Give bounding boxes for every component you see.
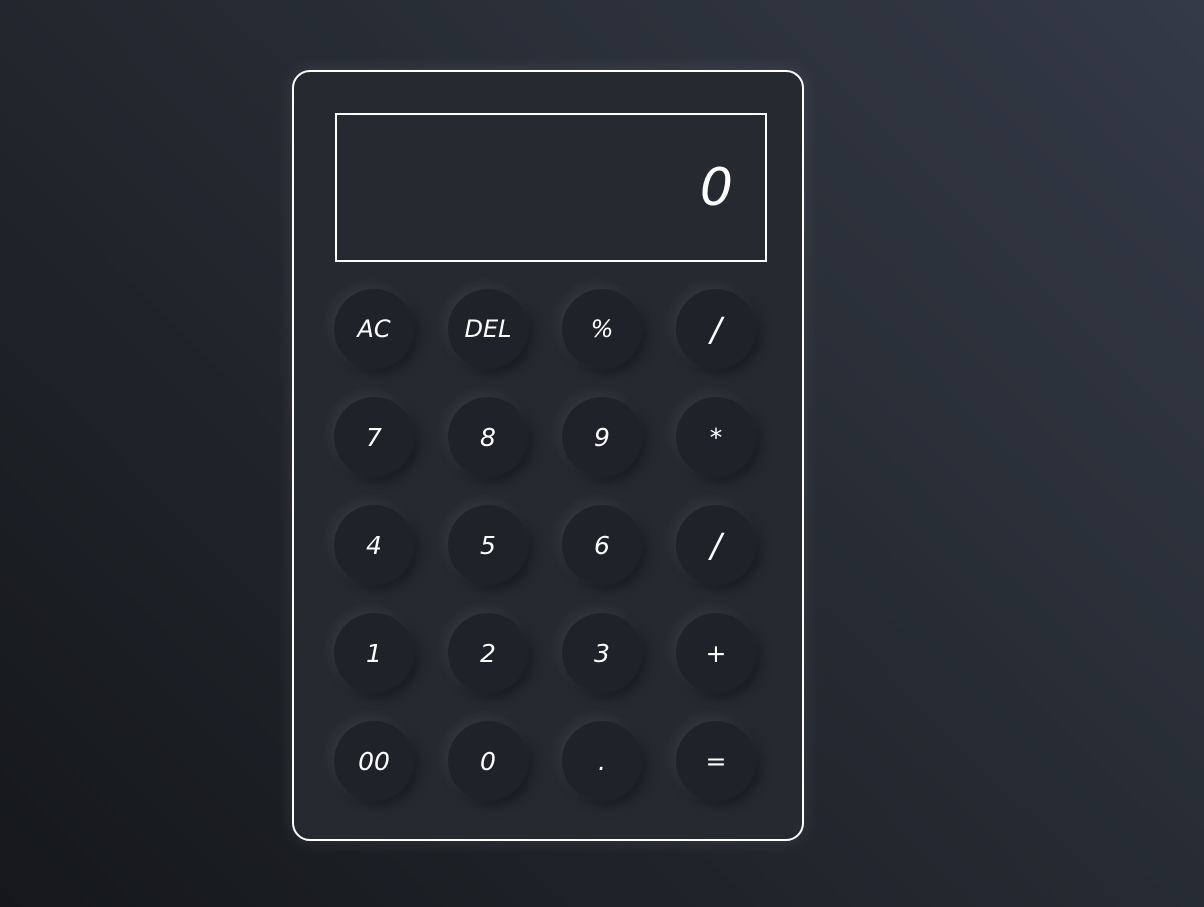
equals-button[interactable]: = (676, 721, 756, 801)
digit-6-button[interactable]: 6 (562, 505, 642, 585)
digit-5-button[interactable]: 5 (448, 505, 528, 585)
calculator-display: 0 (335, 113, 767, 262)
digit-7-button[interactable]: 7 (334, 397, 414, 477)
slash-button-second[interactable]: / (676, 505, 756, 585)
add-button[interactable]: + (676, 613, 756, 693)
digit-2-button[interactable]: 2 (448, 613, 528, 693)
keypad: AC DEL % / 7 8 9 * 4 5 6 / 1 2 3 + 00 0 … (334, 289, 759, 801)
multiply-button[interactable]: * (676, 397, 756, 477)
digit-9-button[interactable]: 9 (562, 397, 642, 477)
digit-3-button[interactable]: 3 (562, 613, 642, 693)
digit-4-button[interactable]: 4 (334, 505, 414, 585)
digit-0-button[interactable]: 0 (448, 721, 528, 801)
display-value: 0 (699, 157, 733, 218)
digit-8-button[interactable]: 8 (448, 397, 528, 477)
delete-button[interactable]: DEL (448, 289, 528, 369)
double-zero-button[interactable]: 00 (334, 721, 414, 801)
percent-button[interactable]: % (562, 289, 642, 369)
digit-1-button[interactable]: 1 (334, 613, 414, 693)
calculator: 0 AC DEL % / 7 8 9 * 4 5 6 / 1 2 3 + 00 … (292, 70, 804, 841)
decimal-point-button[interactable]: . (562, 721, 642, 801)
all-clear-button[interactable]: AC (334, 289, 414, 369)
divide-button[interactable]: / (676, 289, 756, 369)
